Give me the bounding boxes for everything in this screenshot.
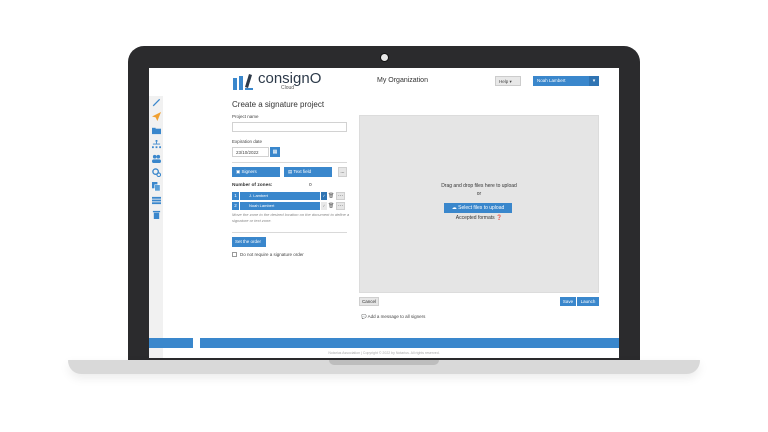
zone-more-button[interactable]: ··· [336,202,345,210]
zones-label: Number of zones: [232,183,273,188]
help-circle-icon[interactable]: ❓ [496,215,502,221]
pencil-icon[interactable] [152,98,161,107]
set-order-button[interactable]: Set the order [232,237,266,247]
org-chart-icon[interactable] [152,140,161,149]
no-order-label: Do not require a signature order [240,252,304,257]
footer-copyright: Notarius Association | Copyright © 2022 … [328,351,440,355]
save-button[interactable]: Save [560,297,576,306]
list-icon[interactable] [152,196,161,205]
text-field-button[interactable]: ▤ Text field [284,167,332,177]
trash-icon[interactable]: 🗑 [328,202,334,210]
zone-row[interactable]: J. Lambert [240,192,320,200]
zone-row[interactable]: Noah Lambert [240,202,320,210]
trash-icon[interactable]: 🗑 [328,192,334,200]
paper-plane-icon[interactable] [152,112,161,121]
zone-index: 1 [232,192,239,200]
select-files-label: Select files to upload [458,205,505,211]
project-name-label: Project name [232,114,259,119]
signers-button[interactable]: ▣ Signers [232,167,280,177]
divider [232,162,347,163]
gears-icon[interactable] [152,168,161,177]
trash-icon[interactable] [152,210,161,219]
folder-icon[interactable] [152,126,161,135]
zone-hint-text: Move the zone to the desired location on… [232,212,350,223]
zone-index: 2 [232,202,239,210]
divider [232,232,347,233]
laptop-notch [329,360,439,365]
logo-subtitle: Cloud [281,85,295,91]
expiration-date-input[interactable]: 23/10/2022 [232,147,269,157]
app-screen: consignO Cloud My Organization Help ▾ No… [149,68,619,358]
select-files-button[interactable]: ☁ Select files to upload [444,203,512,213]
zone-more-button[interactable]: ··· [336,192,345,200]
or-text: or [476,191,482,197]
signers-label: Signers [241,169,257,174]
users-icon[interactable] [152,154,161,163]
calendar-icon[interactable]: ▦ [270,147,280,157]
chevron-down-icon[interactable]: ▾ [589,76,599,86]
no-order-checkbox[interactable] [232,252,237,257]
add-message-link[interactable]: 💬 Add a message to all signers [361,314,425,320]
accepted-formats[interactable]: Accepted formats ❓ [359,215,599,221]
help-dropdown[interactable]: Help ▾ [495,76,521,86]
expiration-date-label: Expiration date [232,139,263,144]
more-options-button[interactable]: ... [338,167,347,177]
consigno-logo-icon [233,74,253,90]
top-header: consignO Cloud My Organization Help ▾ No… [149,68,619,96]
accepted-formats-label: Accepted formats [455,215,495,221]
zone-check-icon[interactable]: ✓ [321,202,327,210]
copy-icon[interactable] [152,182,161,191]
user-menu-button[interactable]: Noah Lambert [533,76,589,86]
project-name-input[interactable] [232,122,347,132]
comment-icon: 💬 [361,314,368,319]
page-title: Create a signature project [232,100,325,109]
launch-button[interactable]: Launch [577,297,599,306]
chevron-down-icon: ▾ [509,79,512,84]
help-label: Help [499,79,509,84]
add-message-label: Add a message to all signers [367,314,426,319]
drag-drop-text: Drag and drop files here to upload [441,183,517,189]
footer-bar-left [149,338,193,348]
footer-bar-right [200,338,619,348]
cancel-button[interactable]: Cancel [359,297,379,306]
zones-count: 0 [309,183,312,188]
text-field-label: Text field [293,169,312,174]
camera-icon [380,53,389,62]
organization-name: My Organization [377,77,428,84]
sidebar [149,96,163,358]
zone-check-icon[interactable]: ✓ [321,192,327,200]
